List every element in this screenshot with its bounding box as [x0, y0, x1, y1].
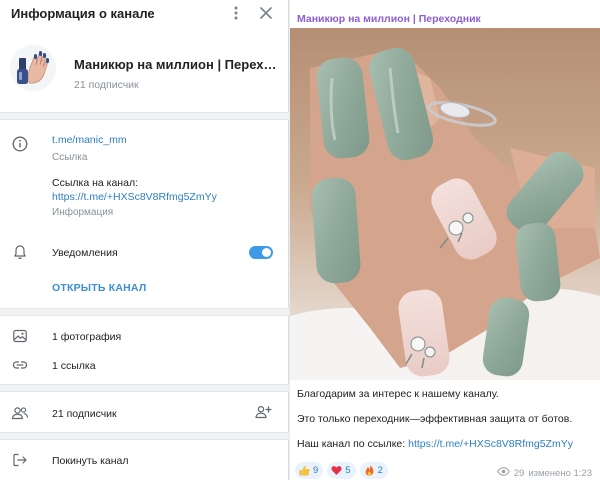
fire-icon — [364, 465, 375, 476]
divider — [0, 384, 289, 392]
reaction-thumbs-up[interactable]: 9 — [295, 462, 324, 479]
divider — [0, 432, 289, 440]
channel-card: Маникюр на миллион | Перех… 21 подписчик — [0, 40, 289, 112]
panel-header: Информация о канале — [0, 0, 288, 26]
reaction-fire[interactable]: 2 — [359, 462, 388, 479]
message-text-line: Это только переходник—эффективная защита… — [297, 413, 573, 425]
reaction-count: 9 — [313, 465, 319, 476]
channel-avatar[interactable] — [10, 45, 56, 91]
leave-channel-button[interactable]: Покинуть канал — [52, 455, 129, 467]
channel-message: Маникюр на миллион | Переходник Благодар… — [290, 0, 600, 480]
channel-name: Маникюр на миллион | Перех… — [74, 57, 277, 72]
members-icon — [11, 404, 29, 422]
reaction-heart[interactable]: 5 — [327, 462, 356, 479]
message-invite-link[interactable]: https://t.me/+HXSc8V8Rfmg5ZmYy — [408, 438, 573, 450]
message-text-line: Благодарим за интерес к нашему каналу. — [297, 388, 499, 400]
message-photo[interactable] — [290, 28, 600, 380]
bell-icon — [11, 243, 29, 261]
divider — [0, 112, 289, 120]
media-photos-item[interactable]: 1 фотография — [52, 331, 121, 343]
invite-heading: Ссылка на канал: — [52, 177, 138, 189]
message-meta: 29 изменено 1:23 — [496, 467, 592, 479]
divider — [0, 308, 289, 316]
close-icon[interactable] — [258, 5, 274, 21]
reactions-bar: 9 5 2 — [295, 462, 388, 479]
channel-info-panel: Информация о канале Маникюр на миллион |… — [0, 0, 289, 480]
panel-title: Информация о канале — [11, 5, 155, 21]
eye-icon — [496, 467, 510, 479]
message-text-line: Наш канал по ссылке: https://t.me/+HXSc8… — [297, 438, 573, 450]
notifications-toggle[interactable] — [249, 246, 273, 259]
media-links-item[interactable]: 1 ссылка — [52, 360, 96, 372]
invite-link[interactable]: https://t.me/+HXSc8V8Rfmg5ZmYy — [52, 191, 217, 203]
reaction-count: 2 — [377, 465, 383, 476]
link-icon — [11, 356, 29, 374]
message-link-prefix: Наш канал по ссылке: — [297, 438, 406, 450]
edited-time: изменено 1:23 — [528, 467, 592, 479]
channel-subscribers: 21 подписчик — [74, 79, 139, 91]
message-sender[interactable]: Маникюр на миллион | Переходник — [297, 13, 481, 25]
members-item[interactable]: 21 подписчик — [52, 408, 117, 420]
photo-icon — [11, 327, 29, 345]
info-icon — [11, 135, 29, 153]
reaction-count: 5 — [345, 465, 351, 476]
more-vertical-icon[interactable] — [228, 5, 244, 21]
notifications-label: Уведомления — [52, 247, 118, 259]
channel-username-link[interactable]: t.me/manic_mm — [52, 134, 127, 146]
invite-caption: Информация — [52, 207, 114, 218]
toggle-knob — [262, 248, 271, 257]
leave-icon — [11, 451, 29, 469]
heart-icon — [331, 465, 342, 476]
add-member-icon[interactable] — [254, 403, 272, 421]
view-count: 29 — [513, 467, 525, 479]
open-channel-button[interactable]: ОТКРЫТЬ КАНАЛ — [52, 282, 146, 294]
thumbs-up-icon — [299, 465, 310, 476]
link-caption: Ссылка — [52, 152, 88, 163]
